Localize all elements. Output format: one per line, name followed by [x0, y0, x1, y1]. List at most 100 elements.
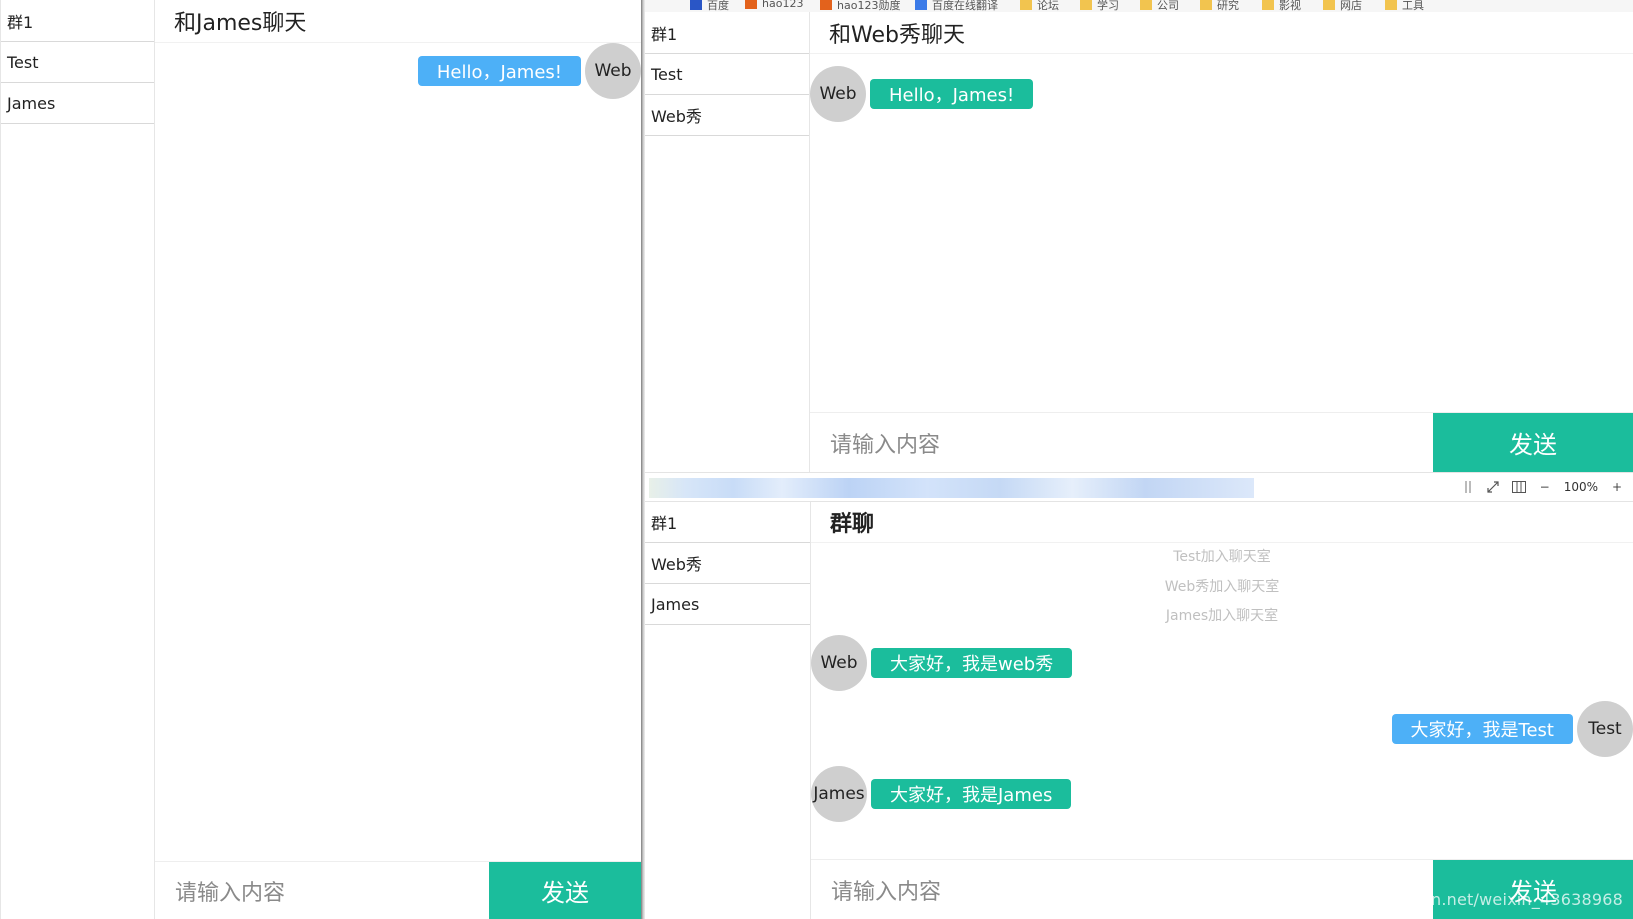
chat-title: 群聊 — [811, 502, 1633, 543]
sidebar-item-label: Web秀 — [651, 555, 702, 574]
chat-window-group: 群1 Web秀 James 群聊 Test加入聊天室 Web秀加入聊天室 Jam… — [645, 502, 1633, 919]
bookmark-icon — [820, 0, 832, 10]
split-view-icon[interactable] — [1511, 479, 1526, 495]
sidebar-item-james[interactable]: James — [1, 83, 154, 124]
message-bubble: 大家好，我是web秀 — [871, 648, 1073, 678]
bookmark-label: hao123 — [762, 0, 804, 10]
zoom-in-button[interactable]: + — [1611, 479, 1623, 495]
sidebar-item-label: James — [651, 594, 700, 614]
contact-sidebar: 群1 Test James — [0, 0, 155, 919]
folder-icon — [1262, 0, 1274, 10]
sidebar-item-group1[interactable]: 群1 — [645, 502, 810, 543]
chat-main: 群聊 Test加入聊天室 Web秀加入聊天室 James加入聊天室 Web 大家… — [811, 502, 1633, 919]
chat-title: 和James聊天 — [155, 0, 641, 43]
message-text: 大家好，我是web秀 — [890, 654, 1054, 675]
message-input[interactable]: 请输入内容 — [155, 862, 489, 919]
bookmark-item[interactable]: 学习 — [1080, 0, 1119, 12]
input-placeholder: 请输入内容 — [175, 880, 286, 906]
bookmark-label: 工具 — [1402, 0, 1424, 12]
bookmark-label: hao123勋度 — [837, 0, 901, 12]
sidebar-item-test[interactable]: Test — [1, 42, 154, 83]
system-message-text: James加入聊天室 — [1165, 608, 1279, 624]
send-label: 发送 — [541, 879, 589, 907]
message-text: 大家好，我是James — [890, 785, 1053, 806]
expand-icon[interactable] — [1487, 479, 1499, 495]
chat-window-web: 群1 Test Web秀 和Web秀聊天 Web Hello，James! 请输… — [645, 12, 1633, 472]
sidebar-item-label: Test — [7, 52, 39, 72]
message-bubble: Hello，James! — [870, 79, 1034, 109]
bookmark-item[interactable]: hao123 — [745, 0, 803, 10]
avatar: Test — [1577, 701, 1633, 757]
sidebar-item-label: James — [7, 93, 56, 113]
message-text: Hello，James! — [889, 85, 1015, 106]
bookmark-item[interactable]: 百度在线翻译 — [915, 0, 998, 12]
chat-main: 和Web秀聊天 Web Hello，James! 请输入内容 发送 — [810, 12, 1633, 472]
bookmark-item[interactable]: 影视 — [1262, 0, 1301, 12]
bookmark-item[interactable]: 工具 — [1385, 0, 1424, 12]
bookmark-item[interactable]: 网店 — [1323, 0, 1362, 12]
avatar-label: Web — [819, 84, 857, 104]
message-list: Test加入聊天室 Web秀加入聊天室 James加入聊天室 Web 大家好，我… — [811, 543, 1633, 859]
bookmark-item[interactable]: 论坛 — [1020, 0, 1059, 12]
sidebar-item-webxiu[interactable]: Web秀 — [645, 95, 809, 136]
folder-icon — [1020, 0, 1032, 10]
bookmark-label: 研究 — [1217, 0, 1239, 12]
folder-icon — [1140, 0, 1152, 10]
chat-title: 和Web秀聊天 — [810, 12, 1633, 54]
system-message-text: Test加入聊天室 — [1173, 549, 1271, 565]
input-placeholder: 请输入内容 — [831, 879, 942, 905]
system-message: James加入聊天室 — [811, 605, 1633, 625]
input-bar: 请输入内容 发送 — [810, 412, 1633, 472]
folder-icon — [1200, 0, 1212, 10]
sidebar-item-label: 群1 — [651, 514, 678, 533]
sidebar-item-label: Test — [651, 64, 683, 84]
zoom-plus-label: + — [1611, 480, 1623, 494]
bookmark-item[interactable]: 公司 — [1140, 0, 1179, 12]
message-row: Web 大家好，我是web秀 — [811, 635, 1073, 691]
bookmark-item[interactable]: 百度 — [690, 0, 729, 12]
chat-main: 和James聊天 Hello，James! Web 请输入内容 发送 — [155, 0, 641, 919]
system-message-text: Web秀加入聊天室 — [1164, 579, 1280, 595]
avatar: James — [811, 766, 867, 822]
bookmark-item[interactable]: 研究 — [1200, 0, 1239, 12]
message-row: Hello，James! Web — [417, 43, 641, 99]
system-message: Web秀加入聊天室 — [811, 576, 1633, 596]
avatar: Web — [585, 43, 641, 99]
send-button[interactable]: 发送 — [489, 862, 641, 919]
bookmark-label: 百度 — [707, 0, 729, 12]
drag-handle-icon[interactable] — [1462, 479, 1474, 495]
chat-window-james: 群1 Test James 和James聊天 Hello，James! Web … — [0, 0, 641, 919]
bookmark-label: 百度在线翻译 — [932, 0, 998, 12]
input-placeholder: 请输入内容 — [830, 432, 941, 458]
avatar: Web — [810, 66, 866, 122]
sidebar-item-test[interactable]: Test — [645, 54, 809, 95]
zoom-controls: − 100% + — [1462, 479, 1623, 495]
bookmark-icon — [915, 0, 927, 10]
blurred-region — [649, 478, 1254, 498]
zoom-out-button[interactable]: − — [1539, 479, 1551, 495]
input-bar: 请输入内容 发送 — [155, 861, 641, 919]
bookmark-icon — [745, 0, 757, 9]
sidebar-item-group1[interactable]: 群1 — [645, 12, 809, 54]
message-text: Hello，James! — [436, 62, 562, 83]
sidebar-item-label: 群1 — [651, 24, 678, 44]
message-row: Web Hello，James! — [810, 66, 1034, 122]
bookmark-label: 论坛 — [1037, 0, 1059, 12]
avatar-label: Test — [1588, 719, 1622, 739]
bookmark-item[interactable]: hao123勋度 — [820, 0, 900, 12]
bookmark-label: 学习 — [1097, 0, 1119, 12]
message-input[interactable]: 请输入内容 — [810, 413, 1433, 472]
watermark: https://blog.csdn.net/weixin_43638968 — [1303, 890, 1623, 909]
message-bubble: Hello，James! — [417, 56, 581, 86]
sidebar-item-group1[interactable]: 群1 — [1, 0, 154, 42]
folder-icon — [1323, 0, 1335, 10]
sidebar-item-james[interactable]: James — [645, 584, 810, 625]
message-bubble: 大家好，我是James — [871, 779, 1072, 809]
send-button[interactable]: 发送 — [1433, 413, 1633, 472]
zoom-level: 100% — [1563, 480, 1598, 494]
sidebar-item-webxiu[interactable]: Web秀 — [645, 543, 810, 584]
message-list: Hello，James! Web — [155, 43, 641, 861]
system-message: Test加入聊天室 — [811, 546, 1633, 566]
message-text: 大家好，我是Test — [1410, 720, 1554, 741]
avatar-label: Web — [594, 61, 632, 81]
